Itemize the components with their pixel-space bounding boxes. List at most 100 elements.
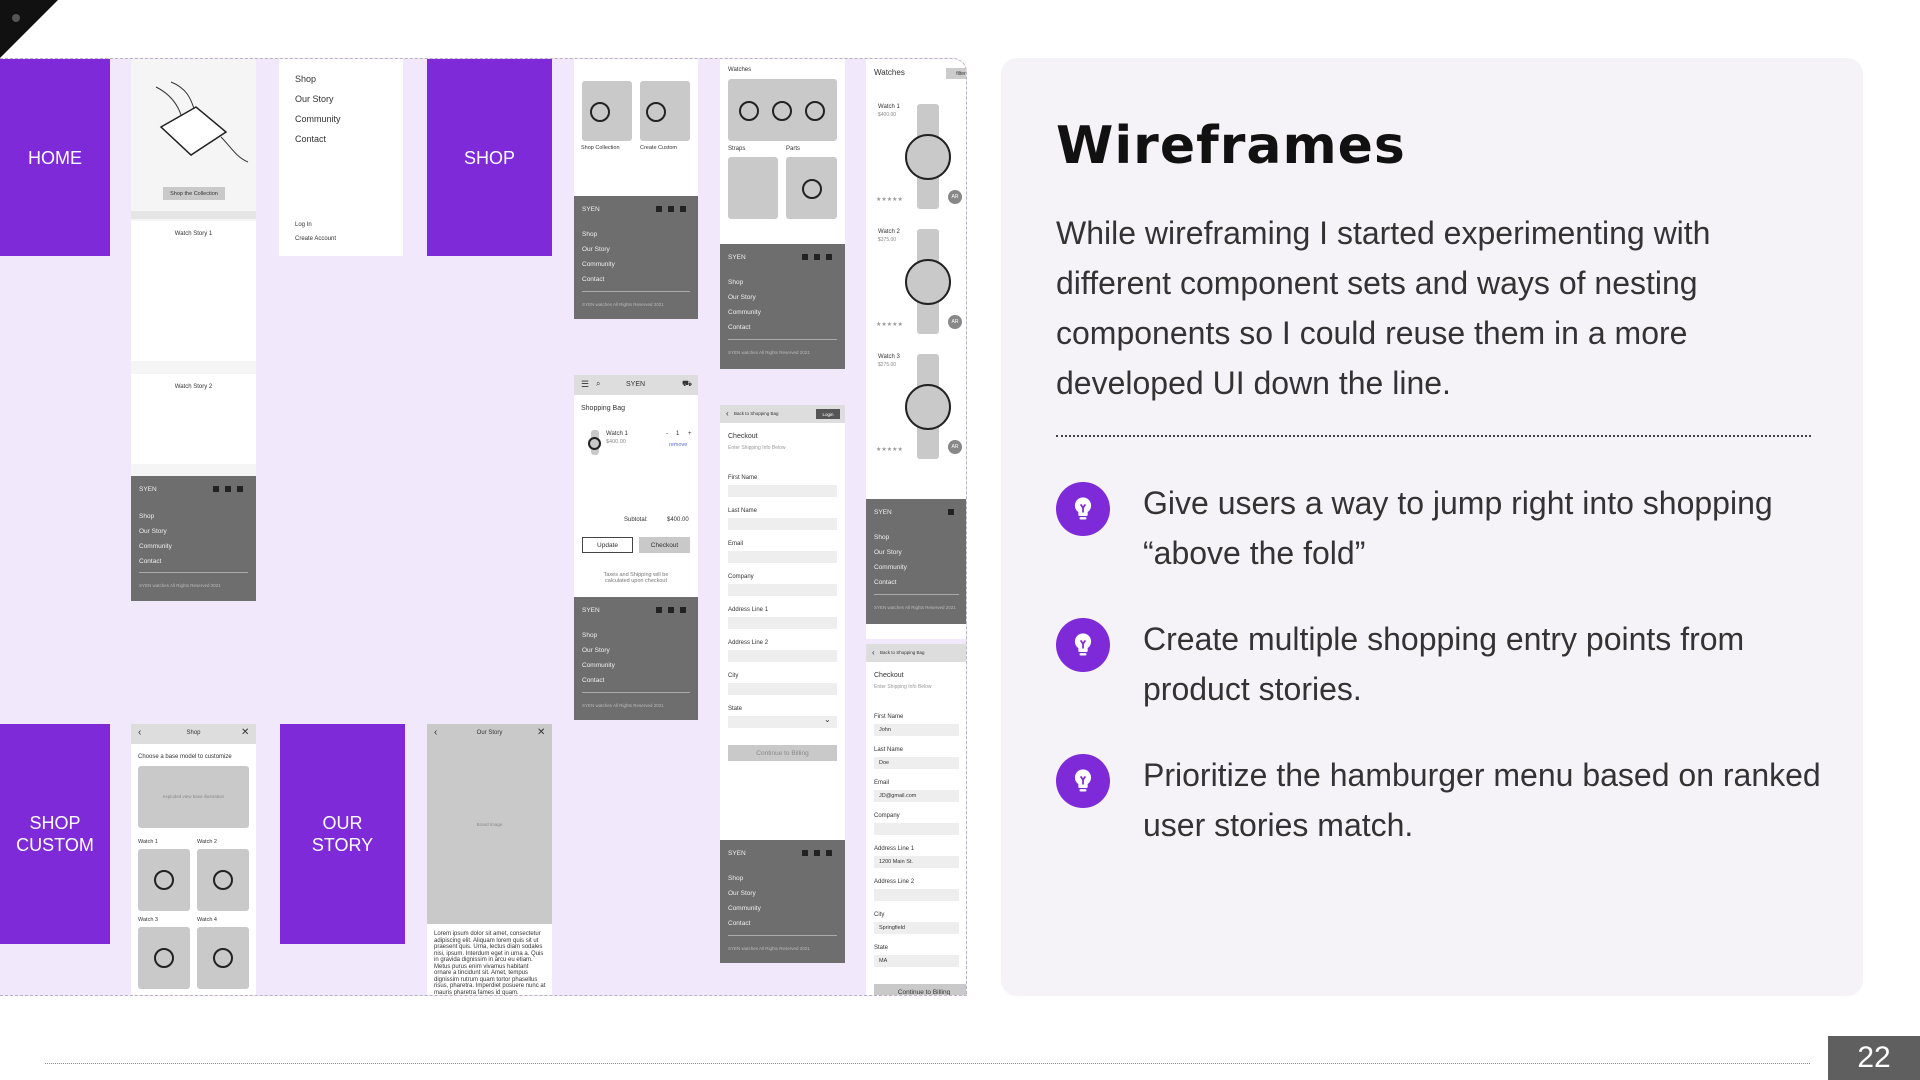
menu-create-account[interactable]: Create Account [295,236,336,242]
back-to-bag-link[interactable]: Back to Shopping Bag [880,650,925,655]
menu-item-shop[interactable]: Shop [295,74,316,84]
instagram-icon[interactable] [814,254,820,260]
watch-1-face[interactable] [905,134,951,180]
menu-item-contact[interactable]: Contact [295,134,326,144]
footer-link-community[interactable]: Community [874,564,907,571]
bullet-3: Prioritize the hamburger menu based on r… [1056,750,1821,860]
footer-link-contact[interactable]: Contact [139,558,161,565]
instagram-icon[interactable] [668,607,674,613]
address-2-field[interactable] [874,889,959,901]
facebook-icon[interactable] [656,607,662,613]
filter-button[interactable]: filter [946,68,966,79]
back-chevron-icon[interactable]: ‹ [726,409,729,418]
footer-link-contact[interactable]: Contact [582,677,604,684]
address-2-field[interactable] [728,650,837,662]
footer-link-our-story[interactable]: Our Story [139,528,167,535]
continue-to-billing-button[interactable]: Continue to Billing [874,984,966,995]
footer-link-community[interactable]: Community [139,543,172,550]
footer-link-shop[interactable]: Shop [874,534,889,541]
footer-link-contact[interactable]: Contact [874,579,896,586]
straps-tile[interactable] [728,157,778,219]
menu-item-community[interactable]: Community [295,114,341,124]
close-icon[interactable]: ✕ [537,727,545,738]
first-name-field[interactable] [728,485,837,497]
chevron-down-icon[interactable]: ⌄ [824,715,831,724]
back-chevron-icon[interactable]: ‹ [872,648,875,657]
footer-link-our-story[interactable]: Our Story [582,647,610,654]
bag-icon[interactable]: ⛟ [682,379,692,389]
address-1-field[interactable]: 1200 Main St. [874,856,959,868]
last-name-field[interactable] [728,518,837,530]
state-select[interactable] [728,716,837,728]
footer-link-community[interactable]: Community [582,261,615,268]
twitter-icon[interactable] [680,607,686,613]
straps-label: Straps [728,146,746,152]
email-field[interactable] [728,551,837,563]
email-field[interactable]: JD@gmail.com [874,790,959,802]
twitter-icon[interactable] [680,206,686,212]
continue-to-billing-button[interactable]: Continue to Billing [728,745,837,761]
facebook-icon[interactable] [948,509,954,515]
footer-link-contact[interactable]: Contact [728,920,750,927]
city-field[interactable] [728,683,837,695]
qty-increase-button[interactable]: + [688,431,692,437]
facebook-icon[interactable] [656,206,662,212]
ar-button[interactable]: AR [948,440,962,454]
facebook-icon[interactable] [213,486,219,492]
our-story-title: Our Story [476,730,503,736]
last-name-field[interactable]: Doe [874,757,959,769]
checkout-button[interactable]: Checkout [639,537,690,553]
instagram-icon[interactable] [814,850,820,856]
menu-item-our-story[interactable]: Our Story [295,94,334,104]
qty-value: 1 [676,431,680,437]
footer-link-community[interactable]: Community [582,662,615,669]
footer-link-our-story[interactable]: Our Story [874,549,902,556]
menu-login[interactable]: Log In [295,222,312,228]
watch-3-face[interactable] [905,384,951,430]
base-illustration-caption: exploded view base illustration [162,794,225,799]
footer-link-shop[interactable]: Shop [139,513,154,520]
footer-link-shop[interactable]: Shop [728,279,743,286]
bullet-3-text: Prioritize the hamburger menu based on r… [1143,757,1821,843]
footer-link-community[interactable]: Community [728,309,761,316]
address-1-field[interactable] [728,617,837,629]
close-icon[interactable]: ✕ [241,727,249,738]
qty-decrease-button[interactable]: - [666,431,668,437]
footer-link-community[interactable]: Community [728,905,761,912]
remove-item-link[interactable]: remove [669,442,687,448]
shop-collection-button[interactable]: Shop the Collection [163,187,225,200]
facebook-icon[interactable] [802,850,808,856]
company-field[interactable] [874,823,959,835]
back-to-bag-link[interactable]: Back to Shopping Bag [734,411,779,416]
menu-wireframe: Shop Our Story Community Contact Log In … [279,59,403,256]
update-button[interactable]: Update [582,537,633,553]
instagram-icon[interactable] [225,486,231,492]
bag-item-name: Watch 1 [606,431,628,437]
twitter-icon[interactable] [826,254,832,260]
first-name-field[interactable]: John [874,724,959,736]
twitter-icon[interactable] [237,486,243,492]
ar-button[interactable]: AR [948,315,962,329]
instagram-icon[interactable] [668,206,674,212]
login-button[interactable]: Login [816,409,840,419]
watch-2-face[interactable] [905,259,951,305]
footer-link-our-story[interactable]: Our Story [728,294,756,301]
search-icon[interactable]: ⌕ [596,379,600,389]
footer-link-shop[interactable]: Shop [728,875,743,882]
footer-link-contact[interactable]: Contact [728,324,750,331]
footer-rule [45,1063,1810,1064]
footer-link-shop[interactable]: Shop [582,632,597,639]
twitter-icon[interactable] [826,850,832,856]
city-field[interactable]: Springfield [874,922,959,934]
footer-link-contact[interactable]: Contact [582,276,604,283]
footer-link-our-story[interactable]: Our Story [582,246,610,253]
footer-link-our-story[interactable]: Our Story [728,890,756,897]
site-footer: SYEN Shop Our Story Community Contact SY… [866,499,966,624]
facebook-icon[interactable] [802,254,808,260]
checkout-header: ‹ Back to Shopping Bag Login [720,405,845,423]
ar-button[interactable]: AR [948,190,962,204]
footer-link-shop[interactable]: Shop [582,231,597,238]
company-field[interactable] [728,584,837,596]
hamburger-icon[interactable]: ☰ [581,379,589,390]
state-select[interactable]: MA [874,955,959,967]
